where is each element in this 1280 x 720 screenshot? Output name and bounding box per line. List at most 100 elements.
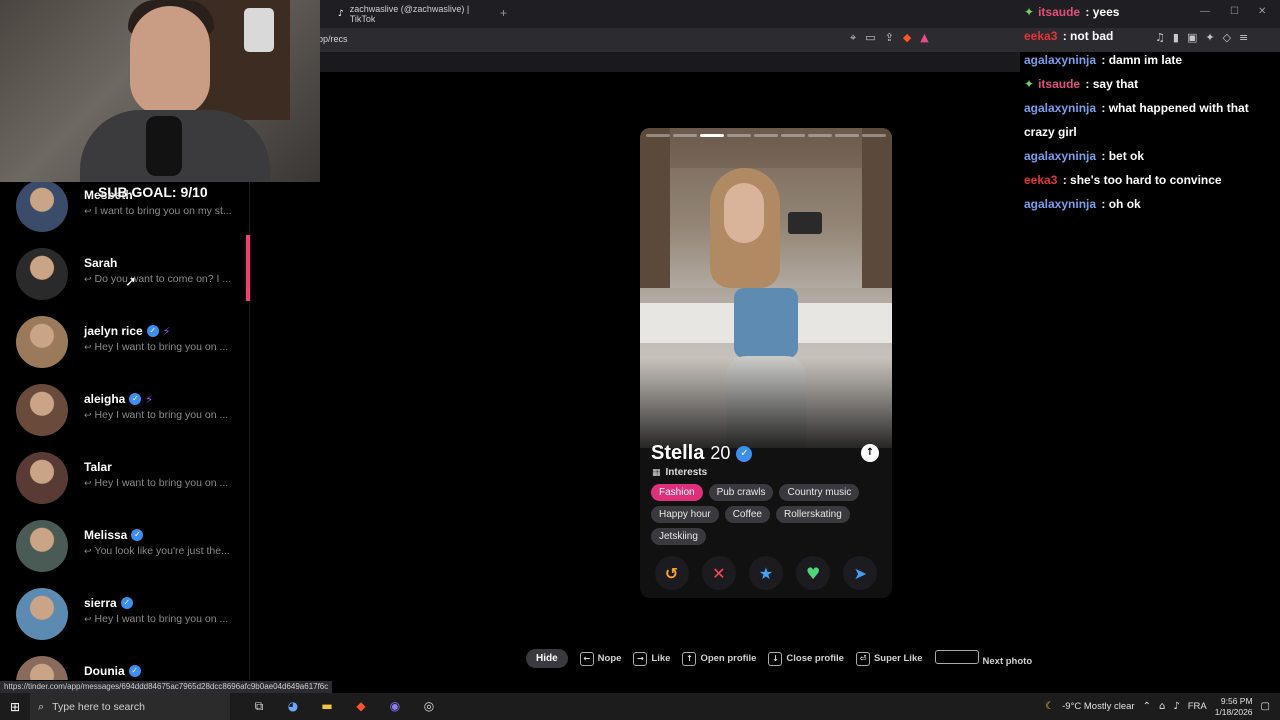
hide-shortcuts-button[interactable]: Hide (526, 649, 568, 668)
verified-icon: ✓ (736, 445, 753, 462)
avatar[interactable] (16, 248, 68, 300)
photo-progress-segment[interactable] (835, 134, 859, 137)
network-icon[interactable]: ⌂ (1159, 701, 1165, 712)
verified-icon: ✓ (131, 529, 144, 541)
shortcut-label: Nope (597, 652, 622, 664)
url-field[interactable]: pp/recs (318, 34, 348, 44)
cast-icon[interactable]: ▭ (865, 31, 875, 45)
rewind-button[interactable]: ↺ (654, 556, 689, 590)
shortcut-label: Super Like (873, 652, 923, 664)
photo-progress-segment[interactable] (754, 134, 778, 137)
sub-goal-overlay: SUB GOAL: 9/10 (98, 184, 208, 200)
profile-first-name: Stella (651, 442, 705, 464)
task-view-icon[interactable]: ⧉ (250, 699, 268, 714)
match-row[interactable]: Dounia ✓ (0, 656, 249, 680)
brave-browser-icon[interactable]: ◆ (352, 699, 370, 714)
language-indicator[interactable]: FRA (1188, 701, 1207, 712)
photo-progress-segment[interactable] (727, 134, 751, 137)
last-message: ↩ Do you want to come on? I ... (84, 273, 240, 285)
discord-icon[interactable]: ◉ (386, 699, 404, 714)
copilot-icon[interactable]: ◕ (284, 699, 302, 714)
taskbar-search-placeholder: Type here to search (52, 700, 145, 713)
avatar[interactable] (16, 520, 68, 572)
avatar[interactable] (16, 656, 68, 680)
photo-progress-segment[interactable] (808, 134, 832, 137)
photo-progress-segment[interactable] (700, 134, 724, 137)
profile-card[interactable]: Stella 20 ✓ ↑ ▦ Interests Fashion Pub cra… (640, 128, 892, 598)
open-profile-button[interactable]: ↑ (861, 444, 879, 462)
action-buttons: ↺ ✕ ★ ♥ ➤ (648, 556, 884, 590)
avatar[interactable] (16, 182, 68, 232)
shortcut-label: Close profile (786, 652, 844, 664)
shortcut-key: ⏎ (855, 651, 870, 666)
file-explorer-icon[interactable]: ▬ (318, 699, 336, 714)
shortcut-hint: → Like (633, 651, 670, 666)
clock[interactable]: 9:56 PM 1/18/2026 (1215, 696, 1253, 718)
notifications-icon[interactable]: ▢ (1261, 701, 1270, 712)
location-icon[interactable]: ⌖ (850, 31, 856, 45)
taskbar-search[interactable]: ⌕ Type here to search (30, 693, 230, 720)
match-name-text: aleigha (84, 392, 126, 406)
photo-progress-segment[interactable] (862, 134, 886, 137)
chat-text: bet ok (1108, 149, 1145, 163)
avatar[interactable] (16, 588, 68, 640)
chat-text: not bad (1070, 29, 1114, 43)
super-like-button[interactable]: ★ (748, 556, 783, 590)
last-message: ↩ Hey I want to bring you on ... (84, 613, 240, 625)
obs-icon[interactable]: ◎ (420, 699, 438, 714)
interest-tag: Jetskiing (651, 528, 706, 545)
brave-rewards-icon[interactable]: ▲ (920, 31, 928, 45)
taskbar-apps: ⧉ ◕ ▬ ◆ ◉ ◎ (250, 699, 438, 714)
match-name: Dounia ✓ (84, 664, 141, 678)
boost-icon: ⚡ (162, 324, 171, 338)
grid-icon: ▦ (652, 467, 661, 478)
photo-progress-segment[interactable] (781, 134, 805, 137)
chat-username: agalaxyninja (1024, 197, 1097, 211)
match-name-text: sierra (84, 596, 117, 610)
clock-date: 1/18/2026 (1214, 706, 1253, 717)
new-tab-button[interactable]: + (500, 6, 507, 20)
shortcut-key: → (633, 651, 648, 666)
boost-button[interactable]: ➤ (843, 556, 878, 590)
avatar[interactable] (16, 316, 68, 368)
match-row[interactable]: sierra ✓ ↩ Hey I want to bring you on ... (0, 588, 249, 656)
photo-progress-segment[interactable] (673, 134, 697, 137)
match-row[interactable]: jaelyn rice ✓ ⚡ ↩ Hey I want to bring you on… (0, 316, 249, 384)
brave-shield-icon[interactable]: ◆ (903, 31, 911, 45)
match-name: Talar (84, 460, 112, 474)
match-name-text: Melissa (84, 528, 128, 542)
reply-icon: ↩ (84, 547, 92, 557)
nope-button[interactable]: ✕ (701, 556, 736, 590)
match-name: Melissa ✓ (84, 528, 144, 542)
chat-message: eeka3 : she's too hard to convince (1024, 168, 1264, 192)
windows-start-icon[interactable]: ⊞ (0, 700, 30, 714)
match-row[interactable]: Talar ↩ Hey I want to bring you on ... (0, 452, 249, 520)
chat-text: yees (1092, 5, 1120, 19)
last-message: ↩ You look like you're just the... (84, 545, 240, 557)
profile-photo[interactable] (640, 128, 892, 448)
stream-chat-overlay: ✦ itsaude : yees eeka3 : not bad agalaxynin… (1024, 0, 1280, 216)
chat-text: oh ok (1108, 197, 1141, 211)
system-tray: ☾ -9°C Mostly clear ⌃ ⌂ ♪ FRA 9:56 PM 1/… (1045, 693, 1280, 720)
chat-username: eeka3 (1024, 173, 1058, 187)
reply-icon: ↩ (84, 343, 92, 353)
browser-tab[interactable]: ♪ zachwaslive (@zachwaslive) | TikTok (330, 2, 490, 26)
match-name: sierra ✓ (84, 596, 133, 610)
chat-text: damn im late (1108, 53, 1183, 67)
share-icon[interactable]: ⇪ (885, 31, 894, 45)
match-row[interactable]: Melissa ✓ ↩ You look like you're just the..… (0, 520, 249, 588)
verified-icon: ✓ (128, 665, 141, 677)
avatar[interactable] (16, 384, 68, 436)
weather-text[interactable]: -9°C Mostly clear (1062, 701, 1134, 712)
keyboard-shortcuts-bar: Hide ← Nope → Like ↑ Open profile ↓ Close profi… (526, 649, 1032, 668)
chat-message: agalaxyninja : damn im late (1024, 48, 1264, 72)
like-button[interactable]: ♥ (796, 556, 831, 590)
interest-tag: Coffee (724, 506, 770, 523)
interest-tag: Country music (779, 484, 860, 501)
photo-progress-segment[interactable] (646, 134, 670, 137)
avatar[interactable] (16, 452, 68, 504)
volume-icon[interactable]: ♪ (1173, 701, 1179, 712)
reply-icon: ↩ (84, 207, 92, 217)
match-row[interactable]: aleigha ✓ ⚡ ↩ Hey I want to bring you on ... (0, 384, 249, 452)
tray-chevron-icon[interactable]: ⌃ (1143, 701, 1151, 712)
